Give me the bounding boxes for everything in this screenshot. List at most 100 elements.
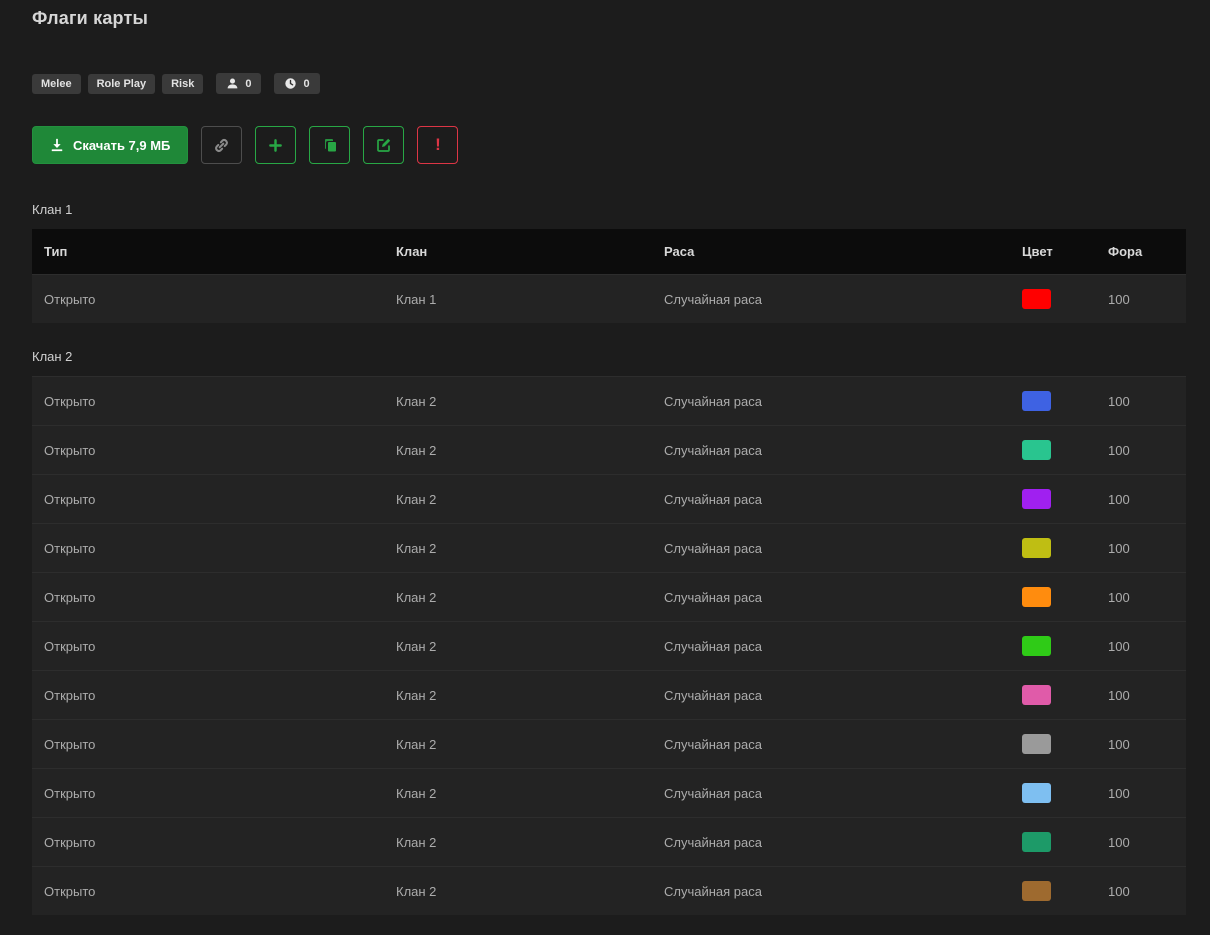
cell-color [1010,523,1096,573]
cell-handicap: 100 [1096,376,1186,426]
add-button[interactable] [255,126,297,164]
cell-handicap: 100 [1096,719,1186,769]
cell-type: Открыто [32,768,384,818]
color-swatch [1022,685,1051,705]
cell-color [1010,719,1096,769]
download-button[interactable]: Скачать 7,9 МБ [32,126,189,164]
toolbar: Скачать 7,9 МБ ! [32,126,1186,164]
cell-handicap: 100 [1096,670,1186,720]
table-row: Открыто Клан 1 Случайная раса 100 [32,274,1186,323]
cell-clan: Клан 2 [384,376,652,426]
cell-race: Случайная раса [652,523,1010,573]
plus-icon [269,138,283,152]
cell-clan: Клан 2 [384,523,652,573]
cell-handicap: 100 [1096,425,1186,475]
cell-color [1010,474,1096,524]
table-row: Открыто Клан 2 Случайная раса 100 [32,866,1186,915]
cell-type: Открыто [32,866,384,915]
color-swatch [1022,289,1051,309]
cell-handicap: 100 [1096,866,1186,915]
cell-color [1010,572,1096,622]
cell-handicap: 100 [1096,817,1186,867]
cell-race: Случайная раса [652,719,1010,769]
cell-race: Случайная раса [652,768,1010,818]
column-header: Клан [384,229,652,275]
table-row: Открыто Клан 2 Случайная раса 100 [32,621,1186,671]
table-row: Открыто Клан 2 Случайная раса 100 [32,670,1186,720]
players-counter: 0 [216,73,262,94]
cell-type: Открыто [32,621,384,671]
tag-melee: Melee [32,73,81,94]
cell-race: Случайная раса [652,866,1010,915]
cell-handicap: 100 [1096,274,1186,323]
table-row: Открыто Клан 2 Случайная раса 100 [32,768,1186,818]
cell-clan: Клан 2 [384,719,652,769]
clock-icon [285,78,297,89]
color-swatch [1022,636,1051,656]
cell-race: Случайная раса [652,274,1010,323]
time-count: 0 [303,77,310,90]
cell-color [1010,817,1096,867]
cell-color [1010,376,1096,426]
cell-handicap: 100 [1096,474,1186,524]
cell-race: Случайная раса [652,621,1010,671]
color-swatch [1022,783,1051,803]
tag-roleplay: Role Play [87,73,156,94]
copy-icon [324,139,336,152]
download-label: Скачать 7,9 МБ [73,137,171,153]
column-header: Цвет [1010,229,1096,275]
cell-type: Открыто [32,425,384,475]
cell-type: Открыто [32,376,384,426]
cell-type: Открыто [32,719,384,769]
table-row: Открыто Клан 2 Случайная раса 100 [32,719,1186,769]
tag-risk: Risk [162,73,204,94]
table-row: Открыто Клан 2 Случайная раса 100 [32,425,1186,475]
clan-section: Клан 1 Тип Клан Раса Цвет Фора Открыто Клан 1 Сл… [32,202,1186,323]
tags-row: Melee Role Play Risk 0 0 [32,73,1186,94]
section-title: Клан 1 [32,202,73,217]
warning-button[interactable]: ! [417,126,459,164]
cell-race: Случайная раса [652,474,1010,524]
table-sections: Клан 1 Тип Клан Раса Цвет Фора Открыто Клан 1 Сл… [32,202,1186,915]
cell-race: Случайная раса [652,572,1010,622]
cell-color [1010,274,1096,323]
cell-handicap: 100 [1096,523,1186,573]
person-icon [227,78,238,89]
chain-icon [215,138,229,152]
players-count: 0 [245,77,252,90]
cell-type: Открыто [32,670,384,720]
color-swatch [1022,391,1051,411]
color-swatch [1022,832,1051,852]
cell-race: Случайная раса [652,670,1010,720]
color-swatch [1022,587,1051,607]
cell-handicap: 100 [1096,572,1186,622]
cell-handicap: 100 [1096,621,1186,671]
color-swatch [1022,538,1051,558]
edit-icon [377,138,391,152]
edit-button[interactable] [363,126,405,164]
link-button[interactable] [201,126,243,164]
cell-clan: Клан 2 [384,572,652,622]
table-row: Открыто Клан 2 Случайная раса 100 [32,474,1186,524]
cell-clan: Клан 2 [384,425,652,475]
column-header: Тип [32,229,384,275]
cell-type: Открыто [32,523,384,573]
copy-button[interactable] [309,126,351,164]
cell-color [1010,768,1096,818]
section-title: Клан 2 [32,349,73,364]
cell-clan: Клан 1 [384,274,652,323]
table-row: Открыто Клан 2 Случайная раса 100 [32,817,1186,867]
cell-color [1010,621,1096,671]
color-swatch [1022,881,1051,901]
cell-type: Открыто [32,572,384,622]
cell-color [1010,670,1096,720]
cell-race: Случайная раса [652,817,1010,867]
color-swatch [1022,440,1051,460]
cell-clan: Клан 2 [384,866,652,915]
page-title: Флаги карты [32,8,149,28]
download-icon [51,138,63,152]
cell-race: Случайная раса [652,425,1010,475]
cell-clan: Клан 2 [384,768,652,818]
cell-clan: Клан 2 [384,621,652,671]
cell-handicap: 100 [1096,768,1186,818]
